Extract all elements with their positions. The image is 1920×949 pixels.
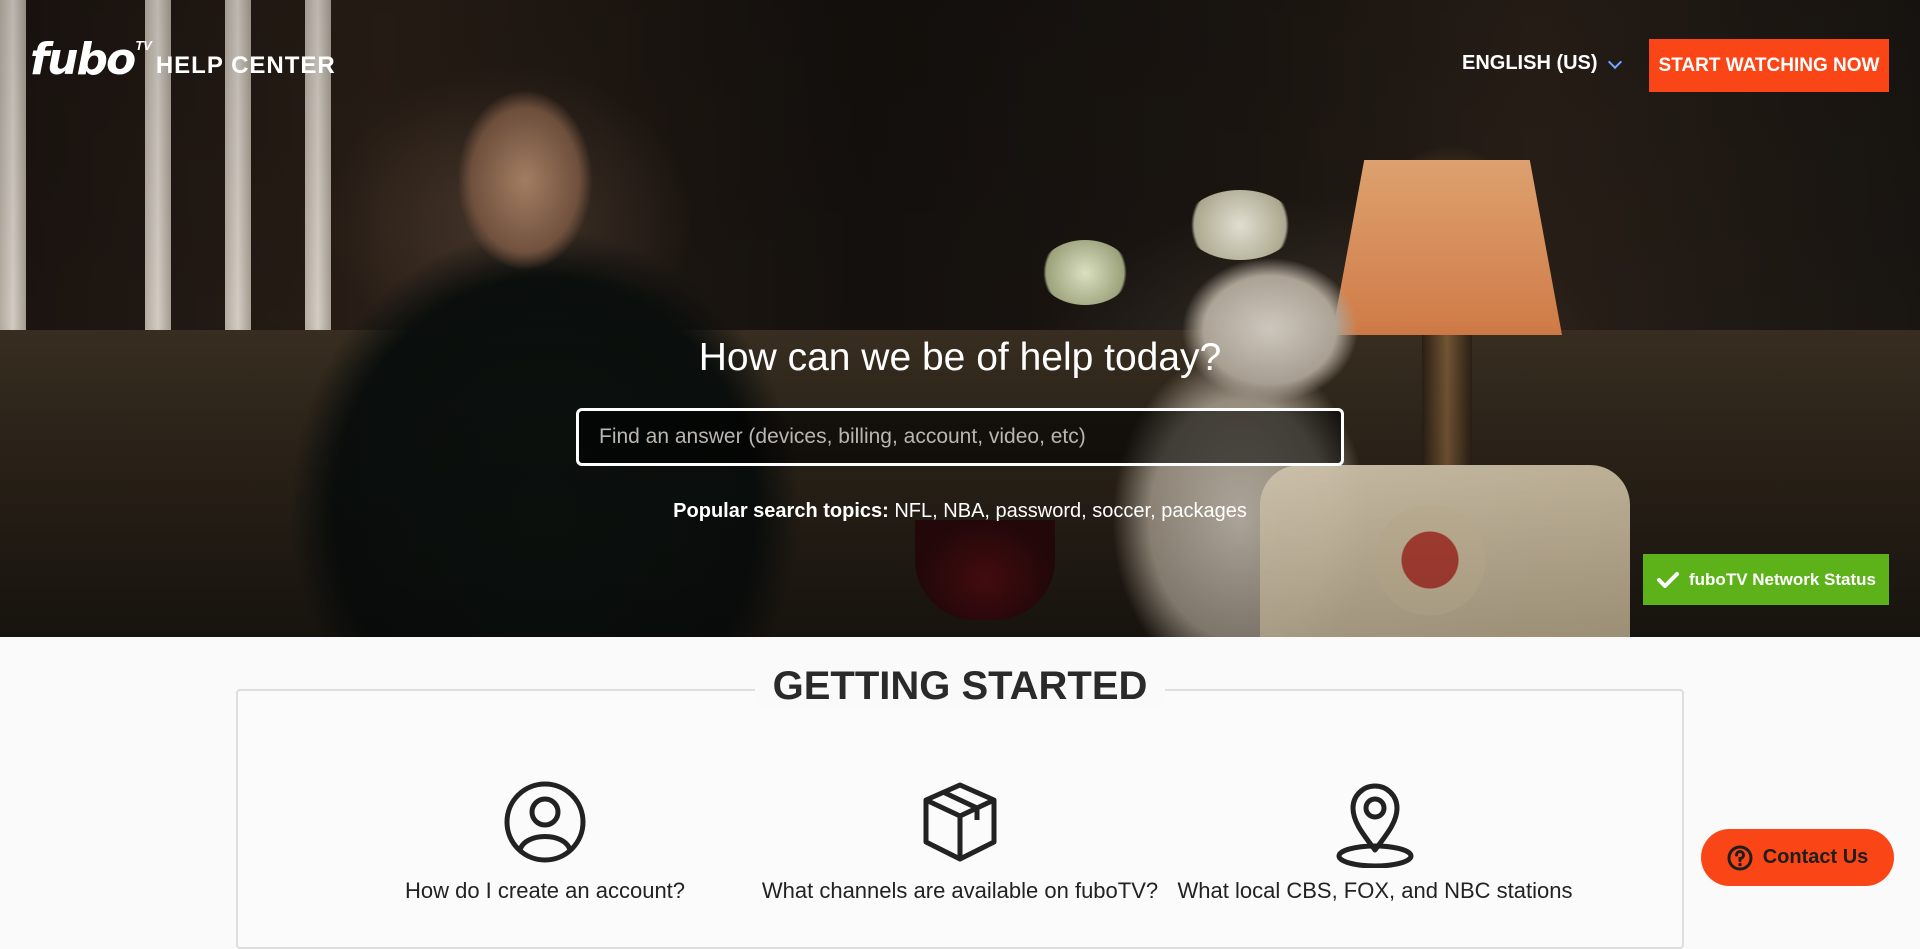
topic-link-nba[interactable]: NBA	[943, 500, 984, 522]
start-watching-button[interactable]: START WATCHING NOW	[1649, 39, 1889, 92]
hero-banner	[0, 0, 1920, 637]
network-status-button[interactable]: fuboTV Network Status	[1643, 554, 1889, 605]
card-label: How do I create an account?	[404, 878, 686, 903]
chevron-down-icon	[1607, 54, 1622, 69]
topic-link-soccer[interactable]: soccer	[1092, 500, 1150, 522]
card-local-stations[interactable]: What local CBS, FOX, and NBC stations	[1170, 780, 1580, 903]
topic-link-password[interactable]: password	[996, 500, 1082, 522]
hero-title: How can we be of help today?	[698, 336, 1222, 379]
getting-started-heading: GETTING STARTED	[0, 664, 1920, 709]
checkmark-icon	[1657, 571, 1679, 588]
logo-superscript: TV	[135, 38, 152, 53]
contact-us-label: Contact Us	[1762, 846, 1869, 868]
popular-topics: Popular search topics: NFL, NBA, passwor…	[673, 500, 1247, 522]
card-label: What channels are available on fuboTV?	[761, 878, 1159, 903]
location-pin-icon	[1336, 783, 1414, 868]
card-channels[interactable]: What channels are available on fuboTV?	[755, 780, 1165, 903]
help-center-label: HELP CENTER	[155, 52, 336, 79]
language-selector[interactable]: ENGLISH (US)	[1462, 52, 1622, 75]
box-icon	[923, 782, 997, 862]
contact-us-button[interactable]: Contact Us	[1701, 829, 1894, 886]
topic-link-nfl[interactable]: NFL	[894, 500, 932, 522]
network-status-label: fuboTV Network Status	[1689, 569, 1877, 589]
user-circle-icon	[504, 781, 586, 863]
search-box[interactable]	[576, 408, 1344, 466]
hero-overlay	[0, 0, 1920, 637]
fubotv-help-center-logo[interactable]: fubo TV HELP CENTER	[30, 38, 336, 82]
question-circle-icon	[1727, 845, 1753, 870]
getting-started-title: GETTING STARTED	[754, 664, 1166, 708]
card-label: What local CBS, FOX, and NBC stations	[1177, 878, 1573, 903]
card-create-account[interactable]: How do I create an account?	[340, 780, 750, 903]
logo-wordmark: fubo	[30, 34, 136, 85]
search-input[interactable]	[579, 424, 1341, 450]
popular-topics-label: Popular search topics:	[673, 500, 889, 522]
topic-link-packages[interactable]: packages	[1161, 500, 1247, 522]
language-label: ENGLISH (US)	[1462, 52, 1598, 74]
